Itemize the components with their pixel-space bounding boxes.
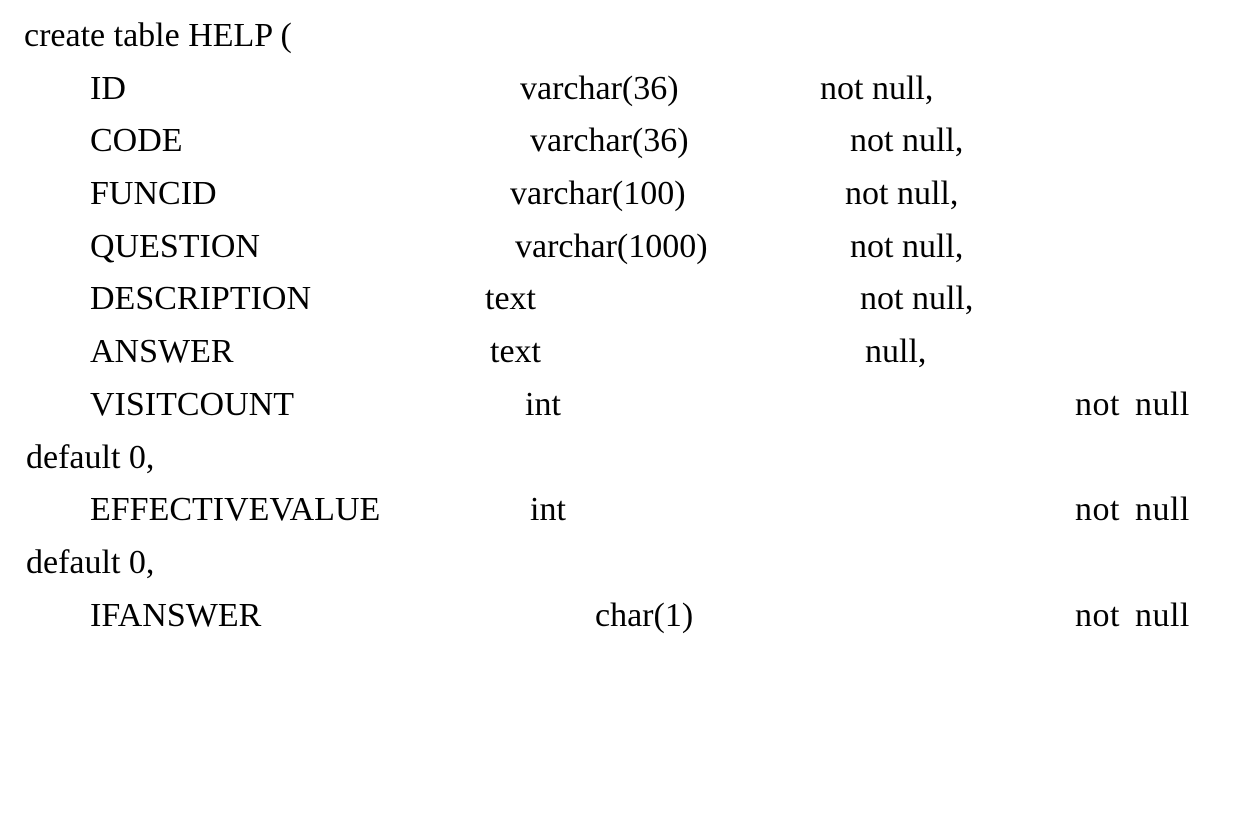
- column-def-row: EFFECTIVEVALUE int not null: [20, 484, 1220, 537]
- column-def-wrap: default 0,: [20, 537, 1220, 590]
- column-name: QUESTION: [90, 221, 515, 274]
- column-name: CODE: [90, 115, 530, 168]
- column-constraint: not null: [1075, 484, 1190, 537]
- column-def-row: CODE varchar(36) not null: [20, 115, 1220, 168]
- column-constraint: not null: [1075, 590, 1190, 643]
- column-constraint: not null: [820, 63, 933, 116]
- column-type: varchar(36): [520, 63, 820, 116]
- column-name: ANSWER: [90, 326, 490, 379]
- column-name: EFFECTIVEVALUE: [90, 484, 530, 537]
- column-constraint: not null: [845, 168, 958, 221]
- column-constraint: not null: [860, 273, 973, 326]
- column-name: FUNCID: [90, 168, 510, 221]
- column-name: DESCRIPTION: [90, 273, 485, 326]
- column-constraint: null: [865, 326, 926, 379]
- column-name: VISITCOUNT: [90, 379, 525, 432]
- column-type: varchar(1000): [515, 221, 850, 274]
- create-table-line: create table HELP (: [20, 10, 1220, 63]
- column-def-row: VISITCOUNT int not null: [20, 379, 1220, 432]
- column-type: int: [525, 379, 1075, 432]
- column-def-row: ANSWER text null: [20, 326, 1220, 379]
- column-type: int: [530, 484, 1075, 537]
- column-type: varchar(100): [510, 168, 845, 221]
- column-name: IFANSWER: [90, 590, 595, 643]
- column-constraint: not null: [850, 115, 963, 168]
- column-def-wrap: default 0,: [20, 432, 1220, 485]
- column-def-row: ID varchar(36) not null: [20, 63, 1220, 116]
- column-type: varchar(36): [530, 115, 850, 168]
- column-constraint: not null: [1075, 379, 1190, 432]
- column-def-row: FUNCID varchar(100) not null: [20, 168, 1220, 221]
- column-extra: default 0,: [26, 537, 154, 590]
- sql-ddl-block: create table HELP ( ID varchar(36) not n…: [0, 0, 1240, 652]
- column-type: text: [490, 326, 865, 379]
- column-def-row: IFANSWER char(1) not null: [20, 590, 1220, 643]
- create-table-text: create table HELP (: [24, 10, 292, 63]
- column-name: ID: [90, 63, 520, 116]
- column-type: text: [485, 273, 860, 326]
- column-def-row: DESCRIPTION text not null: [20, 273, 1220, 326]
- column-def-row: QUESTION varchar(1000) not null: [20, 221, 1220, 274]
- column-type: char(1): [595, 590, 1075, 643]
- column-extra: default 0,: [26, 432, 154, 485]
- column-constraint: not null: [850, 221, 963, 274]
